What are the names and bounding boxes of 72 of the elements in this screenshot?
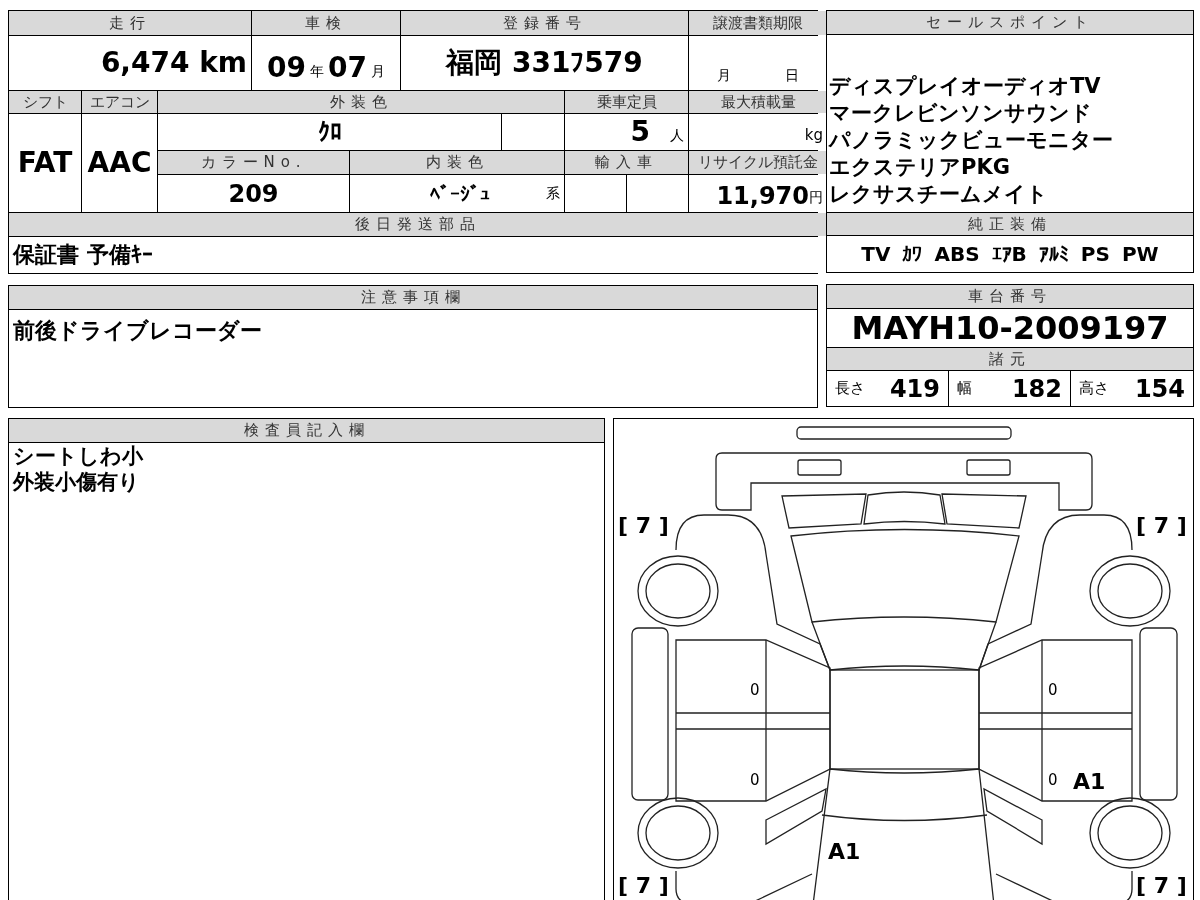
column-header: 内装色: [350, 151, 564, 174]
column-header: 最大積載量: [689, 91, 827, 113]
color-number: 209: [228, 181, 279, 206]
damage-mark: A1: [828, 841, 861, 863]
grade-label: [ 7 ]: [1136, 515, 1187, 537]
sale-point: ディスプレイオーディオTV: [829, 73, 1102, 100]
month-unit: 月: [370, 62, 385, 81]
equipment-item: ABS: [934, 244, 980, 264]
column-header: 外装色: [158, 91, 564, 113]
aircon-value: AAC: [87, 149, 152, 177]
inspector-note: 外装小傷有り: [13, 469, 141, 495]
spec-value: 182: [1011, 376, 1062, 401]
spec-label: 高さ: [1079, 378, 1109, 400]
grade-label: [ 7 ]: [618, 875, 669, 897]
column-header: 検査員記入欄: [9, 419, 604, 443]
capacity-unit: 人: [670, 126, 684, 145]
column-header: 純正装備: [827, 212, 1193, 236]
notes-text: 前後ドライブレコーダー: [12, 317, 263, 345]
damage-mark: 0: [1048, 683, 1058, 698]
chassis-number: MAYH10-2009197: [851, 312, 1169, 344]
month-unit: 月: [717, 66, 731, 85]
column-header: エアコン: [82, 91, 157, 113]
column-header: 諸元: [827, 347, 1193, 371]
column-header: 走行: [9, 11, 251, 35]
sale-point: パノラミックビューモニター: [829, 127, 1114, 154]
column-header: 注意事項欄: [9, 286, 817, 310]
column-header: 後日発送部品: [9, 213, 827, 236]
yen-unit: 円: [809, 188, 823, 207]
column-header: 車台番号: [827, 285, 1193, 309]
spec-label: 幅: [957, 378, 972, 400]
inspector-note: シートしわ小: [13, 443, 144, 469]
column-header: 譲渡書類期限: [689, 11, 827, 35]
mileage-value: 6,474 km: [100, 49, 247, 77]
sale-point: レクサスチームメイト: [829, 181, 1049, 208]
year-unit: 年: [310, 62, 324, 81]
equipment-item: ｴｱB: [991, 244, 1027, 264]
equipment-item: PW: [1121, 244, 1159, 264]
registration-number: 福岡 331ﾌ579: [446, 49, 643, 77]
column-header: シフト: [9, 91, 81, 113]
inspection-year: 09: [267, 54, 306, 82]
exterior-color-value: ｸﾛ: [317, 120, 342, 144]
equipment-item: PS: [1080, 244, 1110, 264]
column-header: セールスポイント: [827, 11, 1193, 35]
column-header: 登録番号: [401, 11, 688, 35]
day-unit: 日: [785, 66, 799, 85]
equipment-item: ｶﾜ: [902, 244, 923, 264]
column-header: リサイクル預託金: [689, 151, 827, 174]
capacity-value: 5: [630, 118, 650, 146]
spec-value: 419: [889, 376, 940, 401]
damage-mark: A1: [1073, 771, 1106, 793]
shift-value: FAT: [17, 149, 73, 177]
equipment-item: ｱﾙﾐ: [1038, 244, 1069, 264]
spec-value: 154: [1134, 376, 1185, 401]
color-suffix: 系: [546, 184, 560, 203]
sale-point: エクステリアPKG: [829, 154, 1011, 181]
column-header: カラーNo.: [158, 151, 349, 174]
later-parts-value: 保証書 予備ｷｰ: [13, 244, 153, 266]
interior-color-value: ﾍﾞｰｼﾞｭ: [430, 183, 490, 204]
grade-label: [ 7 ]: [618, 515, 669, 537]
recycling-fee: 11,970: [716, 184, 809, 208]
spec-label: 長さ: [835, 378, 865, 400]
load-unit: kg: [804, 124, 823, 146]
column-header: 乗車定員: [565, 91, 688, 113]
damage-mark: 0: [1048, 773, 1058, 788]
column-header: 輸入車: [565, 151, 688, 174]
inspection-month: 07: [328, 54, 367, 82]
grade-label: [ 7 ]: [1136, 875, 1187, 897]
column-header: 車検: [252, 11, 400, 35]
sale-point: マークレビンソンサウンド: [829, 100, 1093, 127]
damage-mark: 0: [750, 683, 760, 698]
equipment-item: TV: [861, 244, 891, 264]
damage-mark: 0: [750, 773, 760, 788]
